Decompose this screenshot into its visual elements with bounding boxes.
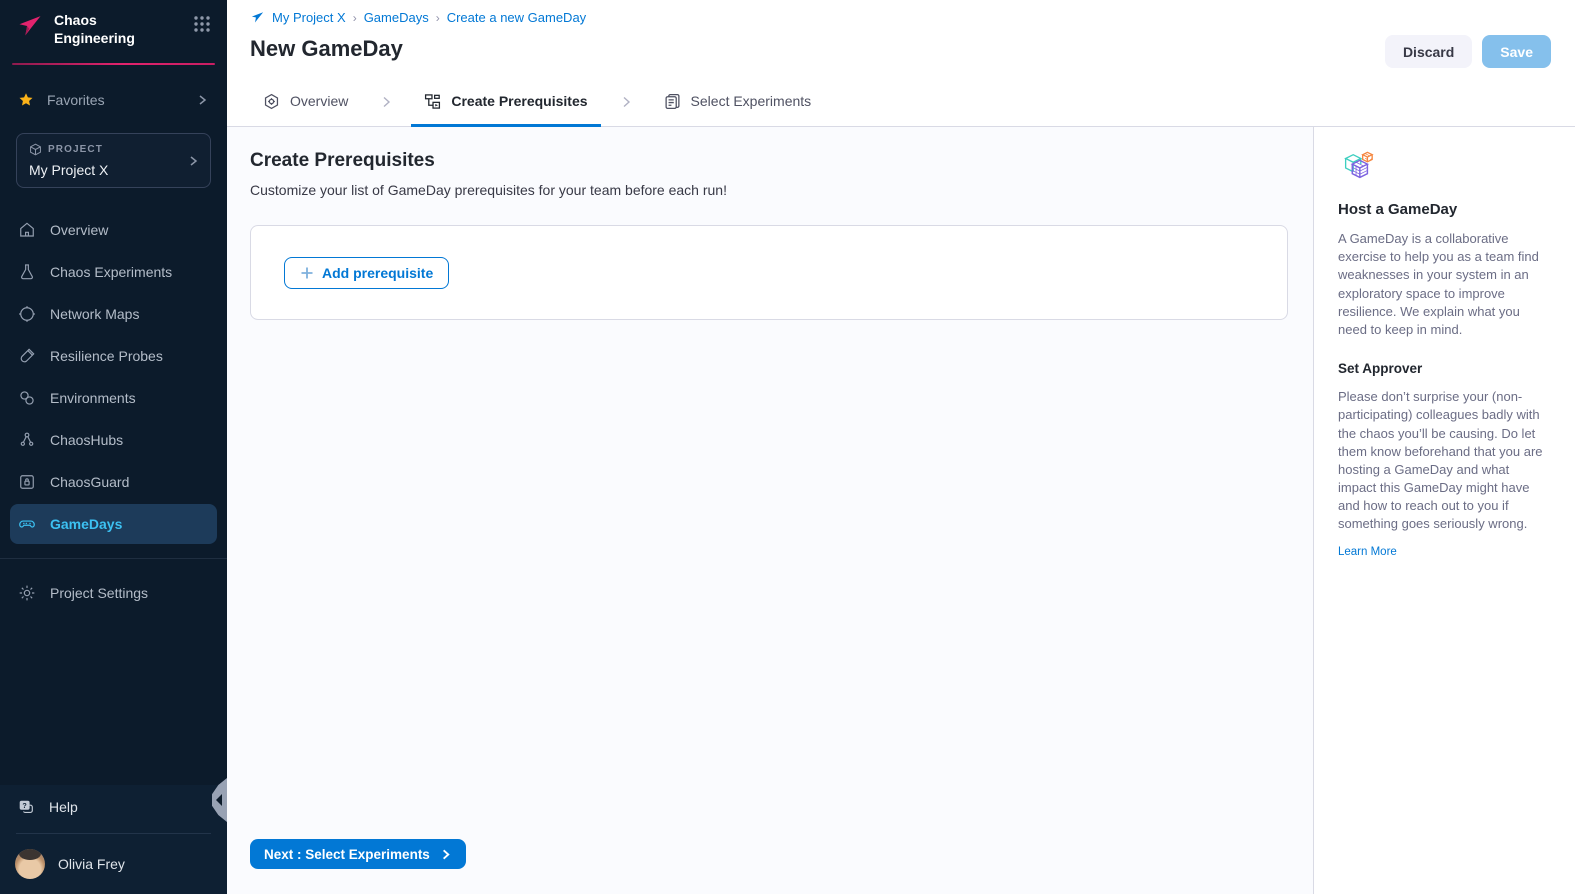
cube-icon: [29, 143, 42, 156]
wizard-tab-bar: Overview Create Prerequisites: [227, 78, 1575, 127]
brand-title: Chaos Engineering: [54, 12, 154, 47]
hub-icon: [17, 430, 37, 450]
nav-label: ChaosGuard: [50, 474, 129, 490]
network-circle-icon: [17, 304, 37, 324]
breadcrumb-separator: ›: [436, 11, 440, 25]
app-root: Chaos Engineering Favorites PROJECT My: [0, 0, 1575, 894]
environments-icon: [17, 388, 37, 408]
sidebar-bottom: ? Help Olivia Frey: [0, 785, 227, 894]
user-name: Olivia Frey: [58, 856, 125, 872]
breadcrumb-link-create-gameday[interactable]: Create a new GameDay: [447, 10, 586, 25]
chevron-right-icon: [439, 848, 452, 861]
page-title: New GameDay: [250, 36, 1551, 62]
step-description: Customize your list of GameDay prerequis…: [250, 182, 1288, 198]
collapse-arrow-icon: [216, 794, 222, 806]
sidebar-item-environments[interactable]: Environments: [10, 378, 217, 418]
main-content: My Project X › GameDays › Create a new G…: [227, 0, 1575, 894]
chevron-right-icon: [186, 154, 200, 168]
add-prerequisite-button[interactable]: Add prerequisite: [284, 257, 449, 289]
nav-divider: [0, 558, 227, 559]
avatar: [15, 849, 45, 879]
next-select-experiments-button[interactable]: Next : Select Experiments: [250, 839, 466, 869]
tab-chevron-icon: [361, 78, 411, 126]
sidebar-item-favorites[interactable]: Favorites: [10, 85, 217, 115]
plus-icon: [300, 266, 314, 280]
probe-icon: [17, 346, 37, 366]
help-panel-section-body: Please don’t surprise your (non-particip…: [1338, 388, 1545, 534]
step-heading: Create Prerequisites: [250, 150, 1288, 172]
experiments-book-icon: [664, 93, 681, 110]
sidebar-item-network-maps[interactable]: Network Maps: [10, 294, 217, 334]
nav-label: Network Maps: [50, 306, 139, 322]
gamepad-icon: [17, 514, 37, 534]
sidebar-item-chaoshubs[interactable]: ChaosHubs: [10, 420, 217, 460]
nav-label: ChaosHubs: [50, 432, 123, 448]
next-button-label: Next : Select Experiments: [264, 847, 430, 862]
prerequisites-card: Add prerequisite: [250, 225, 1288, 320]
project-label: PROJECT: [48, 144, 103, 155]
tab-chevron-icon: [601, 78, 651, 126]
nav-label: Project Settings: [50, 585, 148, 601]
discard-button[interactable]: Discard: [1385, 35, 1472, 68]
brand: Chaos Engineering: [0, 0, 227, 55]
tab-label: Create Prerequisites: [451, 93, 587, 109]
tab-create-prerequisites[interactable]: Create Prerequisites: [411, 78, 600, 127]
nav-label: Chaos Experiments: [50, 264, 172, 280]
help-panel-intro: A GameDay is a collaborative exercise to…: [1338, 230, 1545, 339]
nav-label: Overview: [50, 222, 108, 238]
nav-label: Resilience Probes: [50, 348, 163, 364]
learn-more-link[interactable]: Learn More: [1338, 546, 1397, 558]
sidebar-bottom-divider: [16, 833, 211, 834]
sidebar-item-chaos-experiments[interactable]: Chaos Experiments: [10, 252, 217, 292]
brand-divider: [12, 63, 215, 65]
user-account[interactable]: Olivia Frey: [0, 838, 227, 890]
home-icon: [17, 220, 37, 240]
prerequisites-flow-icon: [424, 93, 441, 110]
nav-label: GameDays: [50, 516, 122, 532]
save-button[interactable]: Save: [1482, 35, 1551, 68]
gear-icon: [17, 583, 37, 603]
apps-grid-icon[interactable]: [193, 15, 211, 33]
flask-icon: [17, 262, 37, 282]
breadcrumb-link-gamedays[interactable]: GameDays: [364, 10, 429, 25]
chevron-right-icon: [195, 93, 209, 107]
project-selector[interactable]: PROJECT My Project X: [16, 133, 211, 188]
help-chat-icon: ?: [17, 798, 35, 816]
sidebar-item-gamedays[interactable]: GameDays: [10, 504, 217, 544]
harness-mini-logo-icon: [250, 10, 265, 25]
project-name: My Project X: [29, 162, 198, 178]
sidebar-item-chaosguard[interactable]: ChaosGuard: [10, 462, 217, 502]
sidebar-item-resilience-probes[interactable]: Resilience Probes: [10, 336, 217, 376]
breadcrumb-link-project[interactable]: My Project X: [272, 10, 346, 25]
help-label: Help: [49, 799, 78, 815]
guard-lock-icon: [17, 472, 37, 492]
content-body: Create Prerequisites Customize your list…: [227, 127, 1575, 894]
star-icon: [18, 92, 34, 108]
hexagon-gear-icon: [263, 93, 280, 110]
svg-text:?: ?: [22, 801, 26, 810]
prerequisites-step: Create Prerequisites Customize your list…: [227, 127, 1313, 894]
sidebar-nav: Overview Chaos Experiments Network Maps …: [0, 208, 227, 615]
help-panel-title: Host a GameDay: [1338, 201, 1545, 218]
nav-label: Environments: [50, 390, 136, 406]
sidebar: Chaos Engineering Favorites PROJECT My: [0, 0, 227, 894]
tab-label: Overview: [290, 93, 348, 109]
favorites-label: Favorites: [47, 92, 105, 108]
page-header: My Project X › GameDays › Create a new G…: [227, 0, 1575, 78]
header-actions: Discard Save: [1385, 35, 1551, 68]
tab-overview[interactable]: Overview: [250, 78, 361, 127]
add-prerequisite-label: Add prerequisite: [322, 265, 433, 281]
help-panel: Host a GameDay A GameDay is a collaborat…: [1313, 127, 1575, 894]
help-panel-section-title: Set Approver: [1338, 361, 1545, 376]
tab-select-experiments[interactable]: Select Experiments: [651, 78, 825, 127]
sidebar-item-overview[interactable]: Overview: [10, 210, 217, 250]
chaos-engineering-logo-icon: [16, 12, 44, 40]
breadcrumb-separator: ›: [353, 11, 357, 25]
sidebar-item-project-settings[interactable]: Project Settings: [10, 573, 217, 613]
gameday-cubes-icon: [1338, 149, 1376, 185]
tab-label: Select Experiments: [691, 93, 812, 109]
help-button[interactable]: ? Help: [0, 785, 227, 829]
breadcrumb: My Project X › GameDays › Create a new G…: [250, 10, 1551, 25]
